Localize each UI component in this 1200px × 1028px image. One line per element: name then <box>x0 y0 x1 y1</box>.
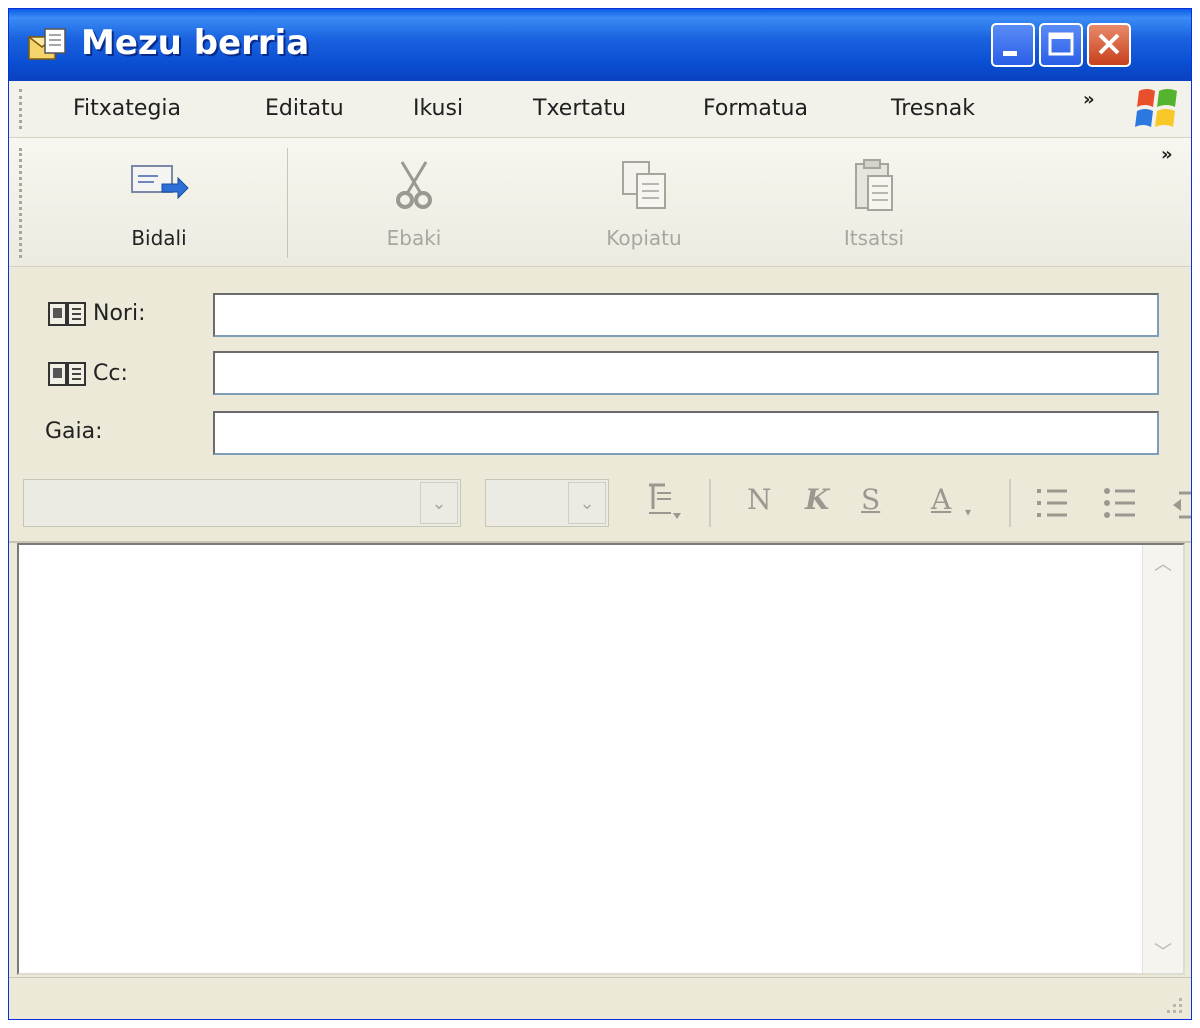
scissors-icon <box>396 161 432 209</box>
bold-button[interactable]: N <box>747 483 772 516</box>
message-header-fields: Nori: Cc: Gaia: <box>9 267 1191 465</box>
maximize-icon <box>1048 32 1074 56</box>
vertical-scrollbar[interactable]: ︿ ﹀ <box>1142 545 1183 973</box>
paste-icon <box>855 159 893 211</box>
close-button[interactable] <box>1087 23 1131 67</box>
windows-logo-icon <box>1135 89 1177 127</box>
toolbar-grip[interactable] <box>19 148 26 258</box>
close-icon <box>1098 33 1120 55</box>
menu-insert[interactable]: Txertatu <box>533 96 626 121</box>
window-title: Mezu berria <box>81 23 310 63</box>
standard-toolbar: Bidali Ebaki Kopiatu Itsatsi » <box>9 138 1191 267</box>
formatting-toolbar: ⌄ ⌄ N K S A ▾ <box>9 465 1191 543</box>
resize-grip-icon[interactable] <box>1163 994 1185 1016</box>
address-book-icon <box>48 362 86 386</box>
font-color-button[interactable]: A <box>931 483 951 516</box>
cc-label-button[interactable]: Cc: <box>47 359 128 389</box>
format-separator <box>1009 479 1011 527</box>
compose-window: Mezu berria Fitxategia Editatu Ikusi Txe… <box>8 8 1192 1020</box>
underline-button[interactable]: S <box>861 483 880 516</box>
numbered-list-icon[interactable] <box>1033 483 1073 523</box>
address-book-icon <box>48 302 86 326</box>
cut-label: Ebaki <box>386 226 442 250</box>
scroll-down-icon[interactable]: ﹀ <box>1147 937 1179 969</box>
format-separator <box>709 479 711 527</box>
menu-file[interactable]: Fitxategia <box>73 96 181 121</box>
menu-grip[interactable] <box>19 89 26 129</box>
minimize-icon <box>1003 51 1017 56</box>
minimize-button[interactable] <box>991 23 1035 67</box>
subject-field[interactable] <box>213 411 1159 455</box>
to-label-button[interactable]: Nori: <box>47 299 146 329</box>
italic-button[interactable]: K <box>805 483 829 516</box>
font-color-dropdown-icon[interactable]: ▾ <box>965 505 971 519</box>
send-button[interactable]: Bidali <box>79 138 239 266</box>
menu-view[interactable]: Ikusi <box>413 96 463 121</box>
maximize-button[interactable] <box>1039 23 1083 67</box>
cut-button[interactable]: Ebaki <box>339 138 489 266</box>
font-name-combo[interactable]: ⌄ <box>23 479 461 527</box>
menu-edit[interactable]: Editatu <box>265 96 344 121</box>
toolbar-overflow-chevron[interactable]: » <box>1161 144 1173 165</box>
menu-format[interactable]: Formatua <box>703 96 808 121</box>
copy-icon <box>622 161 666 209</box>
toolbar-separator <box>287 148 288 258</box>
menu-bar: Fitxategia Editatu Ikusi Txertatu Format… <box>9 81 1191 138</box>
cc-label: Cc: <box>93 361 128 386</box>
chevron-down-icon[interactable]: ⌄ <box>420 482 458 524</box>
message-body[interactable]: ︿ ﹀ <box>17 543 1185 975</box>
status-bar <box>9 977 1191 1019</box>
copy-button[interactable]: Kopiatu <box>569 138 719 266</box>
cc-field[interactable] <box>213 351 1159 395</box>
decrease-indent-icon[interactable] <box>1171 487 1191 523</box>
chevron-down-icon[interactable]: ⌄ <box>568 482 606 524</box>
send-label: Bidali <box>131 226 187 250</box>
to-field[interactable] <box>213 293 1159 337</box>
paste-button[interactable]: Itsatsi <box>799 138 949 266</box>
paste-label: Itsatsi <box>843 226 905 250</box>
to-label: Nori: <box>93 301 146 326</box>
font-size-combo[interactable]: ⌄ <box>485 479 609 527</box>
new-message-icon <box>27 28 66 60</box>
menu-tools[interactable]: Tresnak <box>891 96 975 121</box>
paragraph-style-icon[interactable] <box>643 479 683 523</box>
copy-label: Kopiatu <box>606 226 682 250</box>
menu-overflow-chevron[interactable]: » <box>1083 89 1095 110</box>
title-bar[interactable]: Mezu berria <box>9 9 1191 81</box>
send-envelope-icon <box>131 165 189 200</box>
bulleted-list-icon[interactable] <box>1101 483 1141 523</box>
subject-label: Gaia: <box>45 419 103 444</box>
scroll-up-icon[interactable]: ︿ <box>1147 549 1179 581</box>
